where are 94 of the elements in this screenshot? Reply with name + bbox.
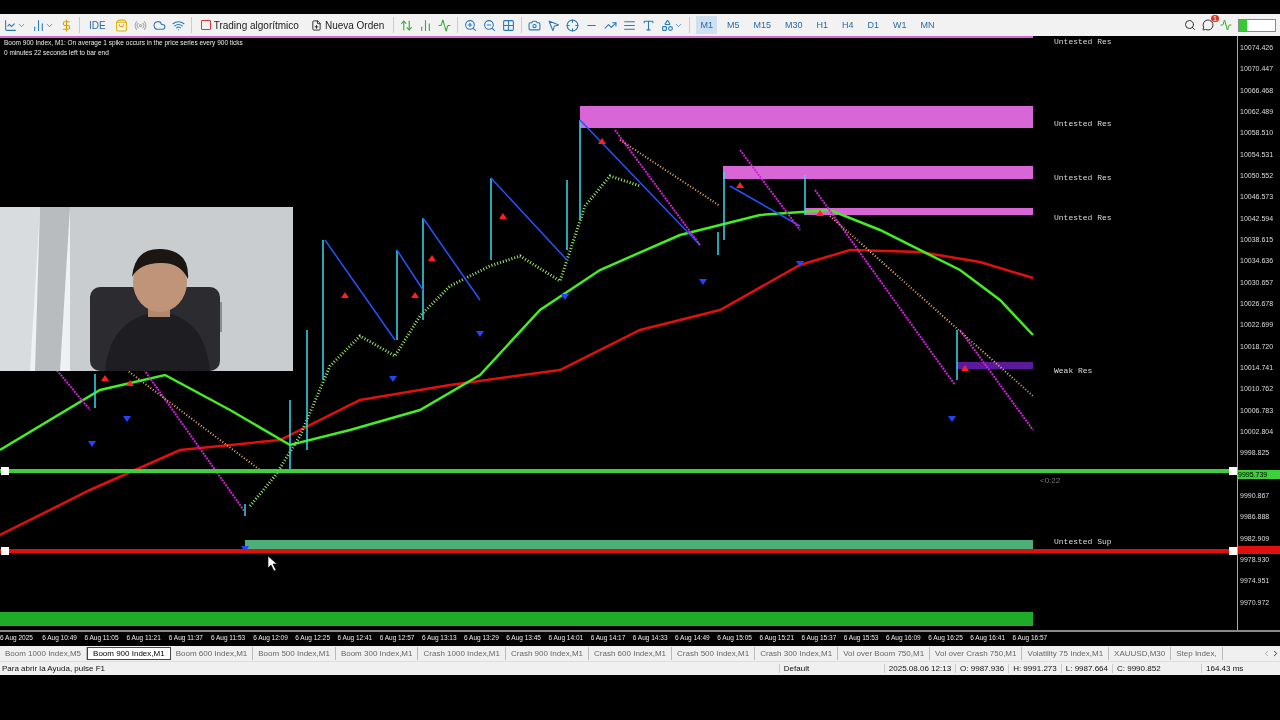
zigzag-line: [729, 185, 801, 227]
spike-line: [289, 399, 291, 471]
timeframe-button[interactable]: M30: [780, 16, 807, 34]
down-arrow-icon: [948, 416, 956, 422]
timeframe-button[interactable]: M5: [722, 16, 744, 34]
candles-icon[interactable]: [419, 18, 433, 32]
up-arrow-icon: [598, 138, 606, 144]
timeframe-button[interactable]: H1: [812, 16, 832, 34]
spike-line: [804, 174, 806, 216]
spike-line: [566, 179, 568, 251]
zone-label: Untested Sup: [1054, 537, 1112, 546]
symbol-tab[interactable]: Boom 300 Index,M1: [335, 647, 419, 660]
support-price-tag: [1238, 546, 1280, 554]
up-arrow-icon: [961, 365, 969, 371]
symbol-tab[interactable]: Boom 500 Index,M1: [253, 647, 336, 660]
up-arrow-icon: [411, 292, 419, 298]
cursor-icon[interactable]: [547, 18, 561, 32]
timeframe-button[interactable]: M15: [749, 16, 775, 34]
spike-line: [94, 373, 96, 409]
symbol-tab[interactable]: Crash 1000 Index,M1: [418, 647, 506, 660]
line-icon[interactable]: [438, 18, 452, 32]
zone-label: Weak Res: [1054, 366, 1093, 375]
ping-text: 164.43 ms: [1201, 664, 1280, 673]
lines-icon[interactable]: [623, 18, 637, 32]
spike-line: [244, 503, 246, 517]
down-arrow-icon: [88, 441, 96, 447]
spike-line: [717, 231, 719, 256]
up-arrow-icon: [499, 213, 507, 219]
symbol-tab[interactable]: Vol over Boom 750,M1: [838, 647, 931, 660]
up-arrow-icon: [341, 292, 349, 298]
down-arrow-icon: [476, 331, 484, 337]
symbol-tab[interactable]: Volatility 75 Index,M1: [1022, 647, 1110, 660]
symbol-tab[interactable]: Boom 900 Index,M1: [87, 647, 171, 660]
new-order-button[interactable]: Nueva Orden: [307, 16, 388, 34]
document-plus-icon: [310, 19, 322, 31]
shapes-icon[interactable]: [661, 18, 684, 32]
chart-template-icon[interactable]: [32, 18, 54, 32]
high-price-text: H: 9991.273: [1008, 664, 1061, 673]
timeframe-button[interactable]: MN: [916, 16, 939, 34]
up-arrow-icon: [428, 255, 436, 261]
symbol-tab[interactable]: Crash 500 Index,M1: [672, 647, 756, 660]
ide-button[interactable]: IDE: [86, 16, 109, 34]
spike-line: [956, 329, 958, 381]
chat-icon[interactable]: [1202, 19, 1214, 31]
battery-icon: [1238, 18, 1276, 32]
grid-icon[interactable]: [502, 18, 516, 32]
cloud-icon[interactable]: [152, 18, 166, 32]
down-arrow-icon: [796, 261, 804, 267]
symbol-tab[interactable]: Crash 300 Index,M1: [755, 647, 839, 660]
signal-icon: [1220, 19, 1232, 31]
symbol-tab[interactable]: XAUUSD,M30: [1109, 647, 1172, 660]
timeframe-button[interactable]: H4: [837, 16, 858, 34]
timeframe-button[interactable]: W1: [889, 16, 911, 34]
zone-label: Untested Res: [1054, 119, 1112, 128]
camera-icon[interactable]: [528, 18, 542, 32]
symbol-tab[interactable]: Step Index,: [1171, 647, 1223, 660]
line-chart-icon[interactable]: [4, 18, 26, 32]
symbol-tab[interactable]: Crash 900 Index,M1: [506, 647, 590, 660]
open-price-text: O: 9987.936: [955, 664, 1009, 673]
text-icon[interactable]: [642, 18, 656, 32]
close-price-text: C: 9990.852: [1112, 664, 1201, 673]
crosshair-icon[interactable]: [566, 18, 580, 32]
help-text: Para abrir la Ayuda, pulse F1: [1, 664, 107, 673]
low-price-text: L: 9987.664: [1060, 664, 1112, 673]
wifi-icon[interactable]: [171, 18, 185, 32]
up-arrow-icon: [816, 210, 824, 216]
up-arrow-icon: [126, 380, 134, 386]
search-icon[interactable]: [1184, 19, 1196, 31]
profile-text: Default: [778, 664, 884, 673]
radio-icon[interactable]: [133, 18, 147, 32]
scroll-right-icon[interactable]: [1271, 649, 1280, 658]
time-text: 2025.08.06 12:13: [883, 664, 956, 673]
algo-trading-button[interactable]: Trading algorítmico: [197, 16, 302, 34]
timer-label: <0:22: [1040, 476, 1061, 485]
symbol-tab[interactable]: Boom 600 Index,M1: [170, 647, 254, 660]
symbol-tab[interactable]: Vol over Crash 750,M1: [930, 647, 1023, 660]
up-arrow-icon: [736, 182, 744, 188]
zone-label: Untested Res: [1054, 37, 1112, 46]
down-arrow-icon: [699, 279, 707, 285]
down-arrow-icon: [123, 416, 131, 422]
zoom-in-icon[interactable]: [464, 18, 478, 32]
down-arrow-icon: [389, 376, 397, 382]
down-arrow-icon: [561, 294, 569, 300]
zone-label: Untested Res: [1054, 173, 1112, 182]
timeframe-button[interactable]: D1: [863, 16, 883, 34]
mouse-cursor-icon: [267, 555, 278, 572]
timeframe-button[interactable]: M1: [696, 16, 717, 34]
zone-label: Untested Res: [1054, 213, 1112, 222]
spike-line: [723, 171, 725, 241]
zoom-out-icon[interactable]: [483, 18, 497, 32]
dollar-icon[interactable]: [60, 18, 73, 32]
symbol-tab[interactable]: Crash 600 Index,M1: [589, 647, 673, 660]
up-arrow-icon: [101, 375, 109, 381]
square-icon: [200, 20, 211, 30]
